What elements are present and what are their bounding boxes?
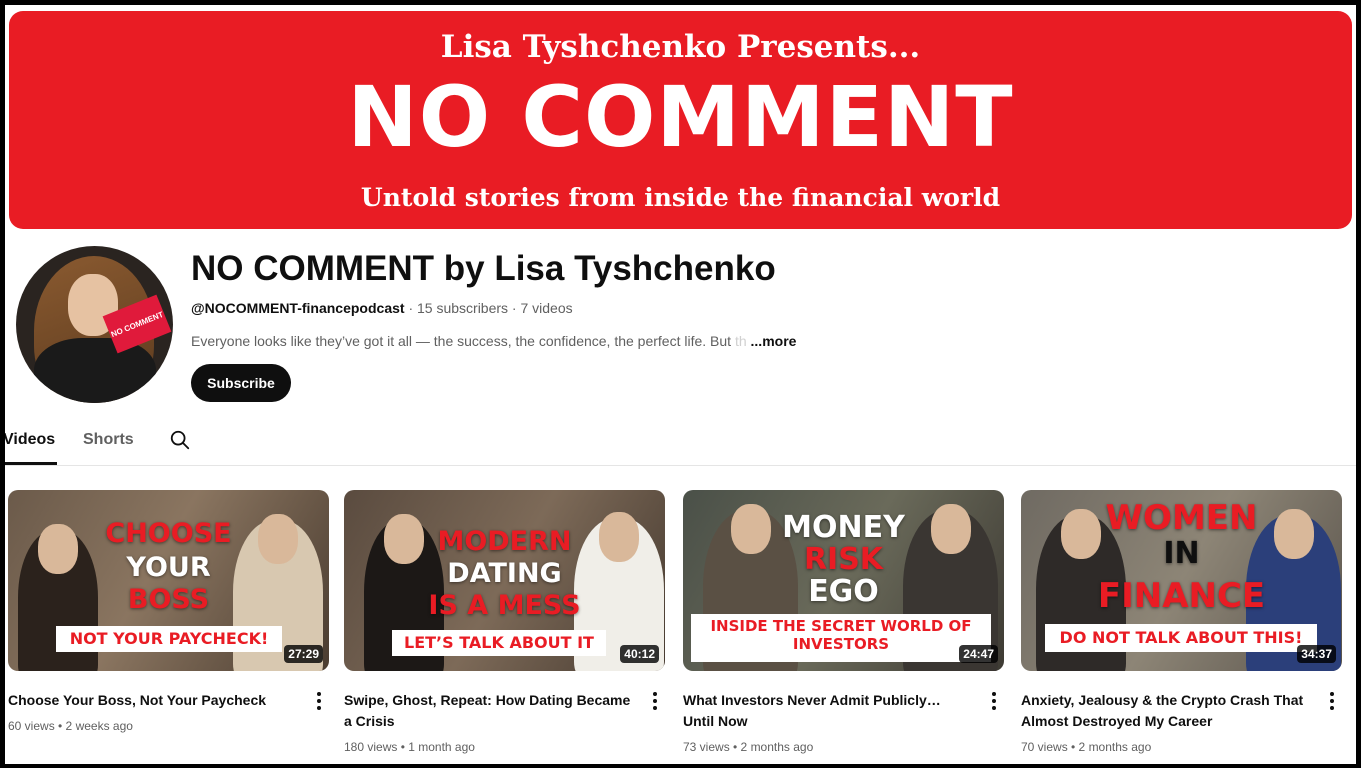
more-options-icon[interactable] <box>645 690 665 712</box>
more-options-icon[interactable] <box>984 690 1004 712</box>
video-title[interactable]: Swipe, Ghost, Repeat: How Dating Became … <box>344 690 636 732</box>
video-meta: 60 views • 2 weeks ago <box>8 719 133 733</box>
video-meta: 180 views • 1 month ago <box>344 740 475 754</box>
tab-videos[interactable]: Videos <box>5 431 55 449</box>
channel-page: Lisa Tyshchenko Presents... NO COMMENT U… <box>5 5 1356 764</box>
video-thumbnail[interactable]: MONEY RISK EGO INSIDE THE SECRET WORLD OF I… <box>683 490 1004 671</box>
description-text: Everyone looks like they’ve got it all —… <box>191 333 735 349</box>
thumbnail-strip: NOT YOUR PAYCHECK! <box>56 626 282 652</box>
active-tab-indicator <box>5 462 57 465</box>
thumbnail-headline: MONEY <box>782 510 905 545</box>
channel-description[interactable]: Everyone looks like they’ve got it all —… <box>191 333 796 349</box>
banner-tagline: Untold stories from inside the financial… <box>360 183 1001 212</box>
channel-handle: @NOCOMMENT-financepodcast <box>191 300 405 316</box>
video-title[interactable]: What Investors Never Admit Publicly… Unt… <box>683 690 975 732</box>
channel-tabs: Videos Shorts <box>5 425 1356 466</box>
channel-avatar[interactable]: NO COMMENT <box>16 246 173 403</box>
thumbnail-headline: MODERN <box>437 526 572 557</box>
video-card[interactable]: MODERN DATING IS A MESS LET’S TALK ABOUT IT… <box>344 490 665 754</box>
search-icon[interactable] <box>169 429 191 451</box>
video-duration: 27:29 <box>284 645 323 663</box>
thumbnail-headline: YOUR <box>126 552 211 583</box>
thumbnail-strip: LET’S TALK ABOUT IT <box>392 630 606 656</box>
thumbnail-strip: INSIDE THE SECRET WORLD OF INVESTORS <box>691 614 991 662</box>
description-fade: th <box>734 333 747 349</box>
thumbnail-headline: CHOOSE <box>105 518 232 549</box>
thumbnail-headline: EGO <box>808 574 879 609</box>
thumbnail-headline: RISK <box>803 542 884 577</box>
more-options-icon[interactable] <box>309 690 329 712</box>
channel-banner: Lisa Tyshchenko Presents... NO COMMENT U… <box>9 11 1352 229</box>
thumbnail-headline: DATING <box>447 558 562 589</box>
thumbnail-headline: IN <box>1163 536 1200 571</box>
thumbnail-headline: IS A MESS <box>428 590 581 621</box>
video-duration: 34:37 <box>1297 645 1336 663</box>
channel-stats: · 15 subscribers · 7 videos <box>404 300 573 316</box>
video-duration: 40:12 <box>620 645 659 663</box>
video-thumbnail[interactable]: WOMEN IN FINANCE DO NOT TALK ABOUT THIS! 34:… <box>1021 490 1342 671</box>
video-thumbnail[interactable]: MODERN DATING IS A MESS LET’S TALK ABOUT IT… <box>344 490 665 671</box>
video-meta: 73 views • 2 months ago <box>683 740 814 754</box>
tab-shorts[interactable]: Shorts <box>83 431 134 449</box>
video-thumbnail[interactable]: CHOOSE YOUR BOSS NOT YOUR PAYCHECK! 27:29 <box>8 490 329 671</box>
channel-name: NO COMMENT by Lisa Tyshchenko <box>191 249 776 288</box>
channel-meta: @NOCOMMENT-financepodcast · 15 subscribe… <box>191 300 573 316</box>
more-link[interactable]: ...more <box>751 333 797 349</box>
thumbnail-headline: WOMEN <box>1105 498 1258 538</box>
video-card[interactable]: MONEY RISK EGO INSIDE THE SECRET WORLD OF I… <box>683 490 1004 754</box>
thumbnail-headline: BOSS <box>127 584 210 615</box>
video-card[interactable]: CHOOSE YOUR BOSS NOT YOUR PAYCHECK! 27:29 Cho… <box>8 490 329 733</box>
more-options-icon[interactable] <box>1322 690 1342 712</box>
thumbnail-headline: FINANCE <box>1097 576 1266 616</box>
video-duration: 24:47 <box>959 645 998 663</box>
banner-title: NO COMMENT <box>347 68 1014 166</box>
video-card[interactable]: WOMEN IN FINANCE DO NOT TALK ABOUT THIS! 34:… <box>1021 490 1342 754</box>
banner-presents: Lisa Tyshchenko Presents... <box>440 29 921 65</box>
video-meta: 70 views • 2 months ago <box>1021 740 1152 754</box>
thumbnail-strip: DO NOT TALK ABOUT THIS! <box>1045 624 1317 652</box>
video-title[interactable]: Choose Your Boss, Not Your Paycheck <box>8 690 300 711</box>
video-title[interactable]: Anxiety, Jealousy & the Crypto Crash Tha… <box>1021 690 1313 732</box>
subscribe-button[interactable]: Subscribe <box>191 364 291 402</box>
